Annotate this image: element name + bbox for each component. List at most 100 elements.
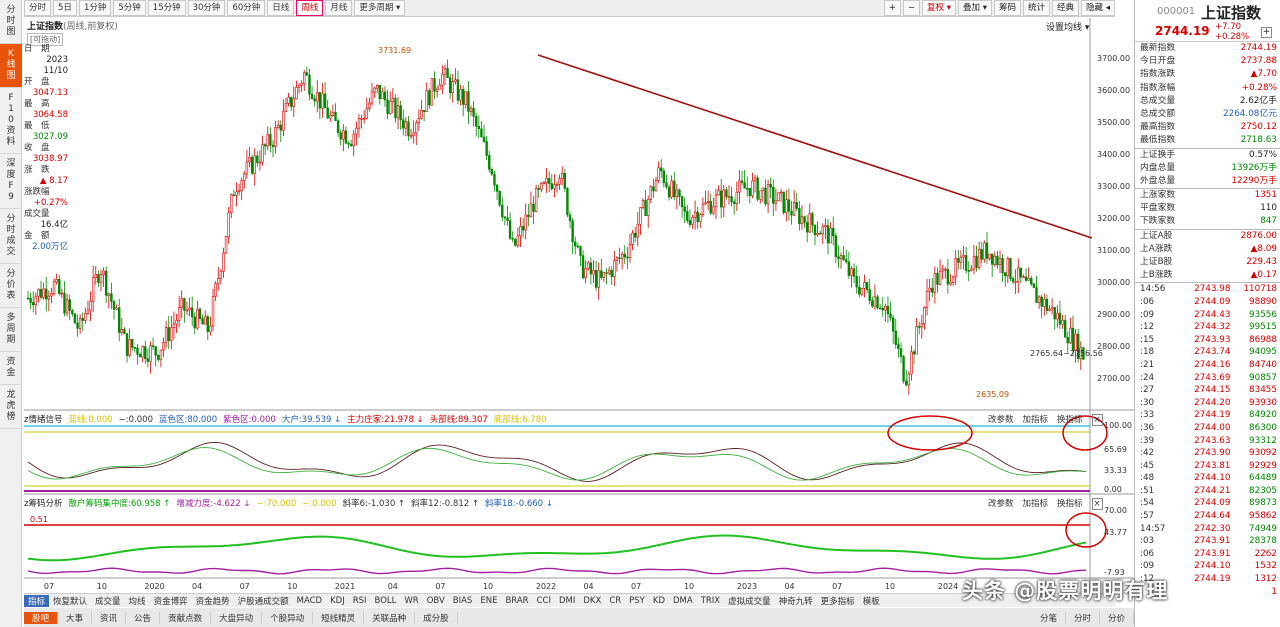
candle-body [493, 173, 496, 186]
indicator-tab-24[interactable]: 虚拟成交量 [724, 595, 775, 607]
indicator-tab-5[interactable]: 资金趋势 [192, 595, 234, 607]
candle-body [693, 211, 697, 218]
q4-row: 上证A股 2876.00 [1135, 230, 1280, 243]
footer-tab-8[interactable]: 关联品种 [364, 611, 416, 624]
candle-body [597, 270, 600, 288]
indicator-tab-8[interactable]: KDJ [326, 596, 349, 606]
footer-right-tab-2[interactable]: 分价 [1100, 611, 1134, 624]
footer-tab-3[interactable]: 公告 [126, 611, 161, 624]
candle-body [1032, 283, 1036, 288]
footer-tab-7[interactable]: 短线精灵 [313, 611, 365, 624]
footer-tab-4[interactable]: 贡献点数 [160, 611, 212, 624]
candle-body [459, 89, 462, 101]
candle-body [800, 216, 804, 225]
indicator-tab-20[interactable]: PSY [625, 596, 649, 606]
indicator1-controls[interactable]: 改参数 加指标 换指标 × [988, 413, 1103, 426]
indicator-tab-17[interactable]: DMI [555, 596, 579, 606]
x-tick-15: 04 [784, 582, 794, 591]
footer-tab-0[interactable]: 股吧 [24, 611, 59, 624]
x-tick-11: 04 [583, 582, 593, 591]
ctrl2-btn-1[interactable]: 加指标 [1023, 499, 1049, 509]
candle-body [211, 296, 215, 327]
candle-body [774, 200, 778, 204]
indicator2-controls[interactable]: 改参数 加指标 换指标 × [988, 497, 1103, 510]
candle-body [73, 313, 77, 324]
indicator-tab-26[interactable]: 更多指标 [817, 595, 859, 607]
candle-body [641, 200, 645, 208]
candle-body [157, 354, 160, 360]
ctrl1-btn-1[interactable]: 加指标 [1023, 415, 1049, 425]
indicator-tab-27[interactable]: 模板 [859, 595, 884, 607]
indicator-tab-12[interactable]: OBV [423, 596, 449, 606]
candle-body [133, 347, 137, 349]
candle-body [610, 269, 613, 277]
indicator-tab-11[interactable]: WR [400, 596, 422, 606]
indicator-tab-6[interactable]: 沪股通成交额 [234, 595, 293, 607]
candle-body [829, 227, 832, 244]
footer-right-tab-0[interactable]: 分笔 [1032, 611, 1066, 624]
x-tick-18: 2024 [938, 582, 958, 591]
footer-tab-1[interactable]: 大事 [58, 611, 93, 624]
indicator-tab-4[interactable]: 资金博弈 [150, 595, 192, 607]
indicator-tab-3[interactable]: 均线 [125, 595, 150, 607]
candle-body [558, 178, 561, 185]
ctrl2-close-icon[interactable]: × [1091, 498, 1103, 510]
indicator-tab-13[interactable]: BIAS [449, 596, 477, 606]
ctrl1-btn-0[interactable]: 改参数 [988, 415, 1014, 425]
candle-body [959, 256, 963, 263]
indicator-tab-18[interactable]: DKX [579, 596, 605, 606]
candle-body [68, 299, 71, 311]
candle-body [727, 196, 731, 198]
indicator-tab-25[interactable]: 神奇九转 [775, 595, 817, 607]
indicator-tab-1[interactable]: 恢复默认 [49, 595, 91, 607]
indicator-tab-14[interactable]: ENE [476, 596, 501, 606]
candle-body [52, 281, 56, 294]
candle-body [777, 192, 780, 202]
footer-tab-2[interactable]: 资讯 [92, 611, 127, 624]
indicator-tab-15[interactable]: BRAR [501, 596, 532, 606]
candle-body [435, 88, 439, 92]
indicator-tab-23[interactable]: TRIX [697, 596, 724, 606]
kline-chart[interactable]: 3700.00 3600.00 3500.00 3400.00 3300.00 3200.… [0, 0, 1134, 608]
footer-right-tab-1[interactable]: 分时 [1066, 611, 1100, 624]
ctrl2-btn-0[interactable]: 改参数 [988, 499, 1014, 509]
price-tick-3: 3400.00 [1097, 150, 1130, 159]
tick-row: :03 2743.91 28378 [1135, 535, 1280, 548]
indicator-tab-21[interactable]: KD [649, 596, 669, 606]
footer-tab-6[interactable]: 个股异动 [262, 611, 314, 624]
indicator-tab-7[interactable]: MACD [293, 596, 326, 606]
add-watchlist-button[interactable]: + [1261, 27, 1272, 38]
candle-body [996, 255, 999, 266]
footer-tab-9[interactable]: 成分股 [415, 611, 458, 624]
indicator-tab-2[interactable]: 成交量 [91, 595, 125, 607]
indicator-tab-16[interactable]: CCI [533, 596, 555, 606]
indicator-tab-9[interactable]: RSI [349, 596, 371, 606]
candle-body [628, 244, 632, 258]
indicator-tab-19[interactable]: CR [605, 596, 625, 606]
tick-volume-2: 93556 [1249, 309, 1277, 320]
candle-body [748, 187, 752, 197]
indicator-tab-22[interactable]: DMA [669, 596, 697, 606]
ctrl2-btn-2[interactable]: 换指标 [1057, 499, 1083, 509]
candle-body [654, 179, 658, 192]
candle-body [962, 255, 965, 258]
candle-body [1030, 278, 1033, 285]
tick-volume-5: 94095 [1249, 347, 1277, 358]
indicator-tab-10[interactable]: BOLL [371, 596, 401, 606]
indicator-tab-0[interactable]: 指标 [24, 594, 50, 607]
ctrl1-close-icon[interactable]: × [1091, 414, 1103, 426]
ctrl1-btn-2[interactable]: 换指标 [1057, 415, 1083, 425]
tick-volume-11: 86300 [1249, 422, 1277, 433]
candle-body [146, 358, 150, 362]
candle-body [751, 180, 754, 197]
stock-name: 上证指数 [1201, 4, 1262, 22]
candle-body [816, 233, 819, 236]
footer-tab-5[interactable]: 大盘异动 [211, 611, 263, 624]
tick-row: :09 2744.43 93556 [1135, 309, 1280, 322]
candle-body [946, 268, 950, 285]
ind1hdr-item-6: 头部线:89.307 [429, 415, 488, 425]
candle-body [425, 90, 428, 112]
ind1-line-b [27, 447, 1087, 481]
candle-body [448, 77, 452, 93]
candle-body [977, 249, 981, 269]
